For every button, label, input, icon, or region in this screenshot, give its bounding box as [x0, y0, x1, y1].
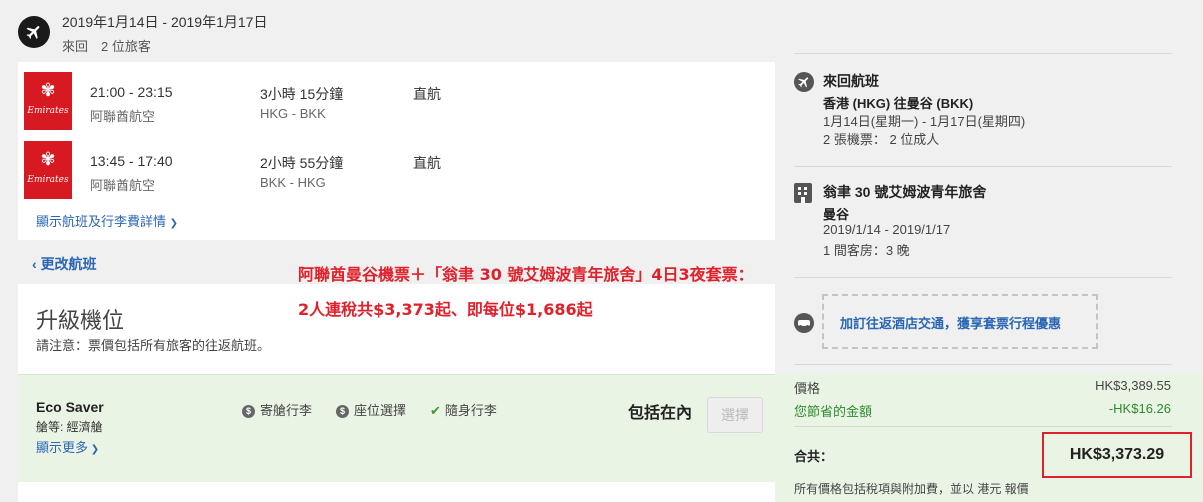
check-icon: ✔	[430, 403, 441, 418]
transfer-offer-link[interactable]: 加訂往返酒店交通，獲享套票行程優惠	[840, 313, 1061, 332]
price-label: 價格	[794, 381, 821, 396]
chevron-down-icon: ❯	[88, 444, 100, 455]
trip-dates: 2019年1月14日 - 2019年1月17日	[62, 14, 268, 30]
flight-time: 13:45 - 17:40	[90, 153, 173, 169]
promo-headline: 阿聯酋曼谷機票＋「翁聿 30 號艾姆波青年旅舍」4日3夜套票：	[298, 265, 754, 284]
saving-label: 您節省的金額	[794, 404, 873, 419]
total-value: HK$3,373.29	[1069, 446, 1165, 463]
sidebar-hotel-rooms: 1 間客房：3 晚	[823, 243, 910, 258]
divider	[794, 277, 1172, 278]
flight-time: 21:00 - 23:15	[90, 84, 173, 100]
next-fare-panel	[18, 482, 775, 502]
flight-icon	[18, 16, 50, 48]
upgrade-title: 升級機位	[36, 308, 125, 333]
trip-info: 來回 2 位旅客	[62, 39, 151, 54]
emirates-logo: ✾ Emirates	[24, 141, 72, 199]
divider	[794, 364, 1172, 365]
promo-price: 2人連稅共$3,373起、即每位$1,686起	[298, 300, 593, 319]
fare-name: Eco Saver	[36, 399, 104, 415]
sidebar-hotel-dates: 2019/1/14 - 2019/1/17	[823, 222, 951, 237]
saving-value: -HK$16.26	[1108, 401, 1171, 416]
total-label: 合共：	[794, 449, 834, 464]
flight-row-outbound: ✾ Emirates 21:00 - 23:15 阿聯酋航空 3小時 15分鐘 H…	[18, 72, 775, 132]
flight-route: HKG - BKK	[260, 106, 326, 121]
sidebar-hotel-city: 曼谷	[823, 207, 850, 222]
flight-airline: 阿聯酋航空	[90, 178, 156, 193]
change-flight-link[interactable]: ‹ 更改航班	[32, 254, 97, 274]
price-value: HK$3,389.55	[1095, 378, 1171, 393]
show-more-link[interactable]: 顯示更多 ❯	[36, 437, 99, 456]
sidebar-flight-title: 來回航班	[823, 73, 879, 89]
flight-stops: 直航	[413, 86, 441, 102]
included-label: 包括在內	[628, 405, 693, 422]
select-button[interactable]: 選擇	[707, 397, 763, 433]
flight-duration: 2小時 55分鐘	[260, 155, 344, 171]
emirates-logo: ✾ Emirates	[24, 72, 72, 130]
chevron-left-icon: ‹	[32, 256, 41, 272]
sidebar-hotel-name: 翁聿 30 號艾姆波青年旅舍	[823, 184, 987, 200]
sidebar-flight-route: 香港 (HKG) 往曼谷 (BKK)	[823, 96, 974, 111]
fare-cabin: 艙等: 經濟艙	[36, 420, 103, 434]
flight-duration: 3小時 15分鐘	[260, 86, 344, 102]
flight-airline: 阿聯酋航空	[90, 109, 156, 124]
hotel-icon	[794, 183, 812, 203]
flight-route: BKK - HKG	[260, 175, 326, 190]
chevron-down-icon: ❯	[169, 218, 179, 229]
divider	[794, 53, 1172, 54]
upgrade-note: 請注意：票價包括所有旅客的往返航班。	[36, 338, 271, 353]
flight-stops: 直航	[413, 155, 441, 171]
price-footnote: 所有價格包括稅項與附加費，並以 港元 報價	[794, 482, 1029, 496]
feature-seat-selection: $ 座位選擇	[336, 400, 406, 419]
show-details-link[interactable]: 顯示航班及行李費詳情 ❯	[36, 211, 178, 230]
feature-checked-baggage: $ 寄艙行李	[242, 400, 312, 419]
sidebar-flight-tickets: 2 張機票： 2 位成人	[823, 132, 940, 147]
divider	[794, 166, 1172, 167]
flight-row-return: ✾ Emirates 13:45 - 17:40 阿聯酋航空 2小時 55分鐘 B…	[18, 141, 775, 201]
fee-icon: $	[336, 405, 349, 418]
fee-icon: $	[242, 405, 255, 418]
car-icon	[794, 313, 814, 333]
divider	[794, 426, 1172, 427]
fare-option-row	[18, 374, 775, 482]
flight-icon	[794, 72, 814, 92]
sidebar-flight-dates: 1月14日(星期一) - 1月17日(星期四)	[823, 114, 1026, 129]
feature-carry-on: ✔ 隨身行李	[430, 403, 497, 418]
